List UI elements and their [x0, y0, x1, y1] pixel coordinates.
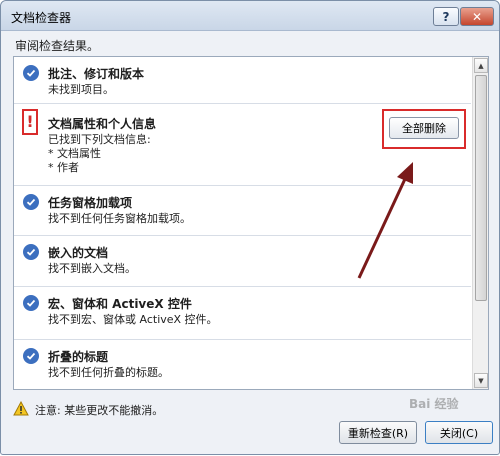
undo-warning-note: 注意: 某些更改不能撤消。 [35, 404, 164, 417]
warning-triangle-icon [13, 401, 29, 416]
document-inspector-dialog: 文档检查器 ? ✕ 审阅检查结果。 批注、修订和版本 未找到项目。 ! 文档属性… [0, 0, 500, 455]
annotation-arrow [357, 162, 413, 279]
reinspect-button[interactable]: 重新检查(R) [339, 421, 417, 444]
watermark: Bai 经验 [409, 397, 459, 411]
close-button[interactable]: 关闭(C) [425, 421, 493, 444]
